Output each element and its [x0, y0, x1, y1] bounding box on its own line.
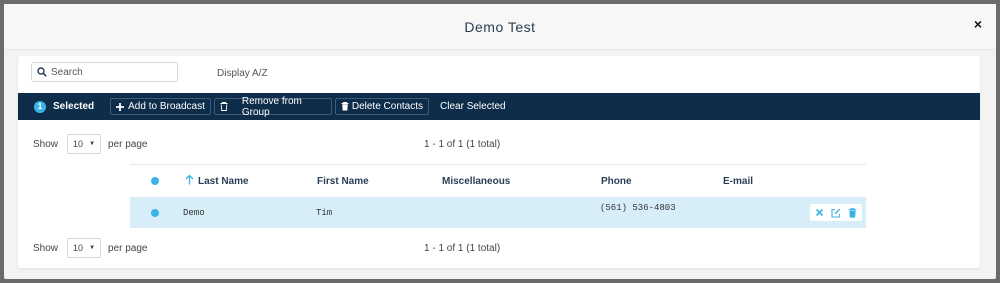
per-page-label: per page — [108, 138, 148, 150]
table-row[interactable]: Demo Tim (561) 536-4803 — [130, 197, 866, 228]
plus-icon — [116, 102, 125, 111]
edit-icon[interactable] — [831, 208, 841, 218]
selected-label: Selected — [53, 101, 95, 112]
cell-phone: (561) 536-4803 — [600, 203, 676, 213]
cell-first-name: Tim — [316, 207, 333, 218]
remove-from-group-button[interactable]: Remove from Group — [213, 95, 332, 118]
show-label: Show — [33, 242, 59, 254]
table-header: Last Name First Name Miscellaneous Phone… — [130, 164, 866, 197]
chevron-down-icon: ▼ — [89, 245, 96, 251]
row-select-indicator[interactable] — [151, 208, 159, 217]
column-header-last-name[interactable]: Last Name — [198, 176, 249, 187]
sort-arrow-up-icon[interactable] — [185, 174, 194, 188]
pager-top: Show 10 ▼ per page 1 - 1 of 1 (1 total) — [33, 134, 968, 154]
close-icon[interactable]: × — [974, 17, 982, 31]
pager-bottom: Show 10 ▼ per page 1 - 1 of 1 (1 total) — [33, 238, 968, 258]
search-icon — [37, 67, 47, 77]
add-to-broadcast-button[interactable]: Add to Broadcast — [110, 98, 211, 115]
remove-from-group-label: Remove from Group — [241, 95, 302, 118]
trash-icon — [341, 102, 349, 111]
selected-count-badge: 1 — [34, 100, 46, 113]
clear-selected-button[interactable]: Clear Selected — [440, 101, 506, 112]
column-header-first-name[interactable]: First Name — [317, 176, 369, 187]
per-page-label: per page — [108, 242, 148, 254]
trash-icon — [220, 102, 228, 111]
delete-contacts-button[interactable]: Delete Contacts — [334, 98, 430, 115]
display-az-toggle[interactable]: Display A/Z — [217, 68, 268, 79]
pagination-range: 1 - 1 of 1 (1 total) — [424, 138, 501, 150]
search-input[interactable] — [51, 66, 171, 78]
modal-header: Demo Test × — [4, 4, 996, 50]
cell-last-name: Demo — [183, 207, 205, 218]
pagination-range: 1 - 1 of 1 (1 total) — [424, 242, 501, 254]
search-field[interactable] — [31, 62, 178, 82]
column-header-phone[interactable]: Phone — [601, 176, 632, 187]
show-label: Show — [33, 138, 59, 150]
add-to-broadcast-label: Add to Broadcast — [128, 101, 205, 112]
x-icon[interactable] — [815, 208, 824, 217]
row-actions — [810, 204, 862, 221]
contacts-modal: Demo Test × Display A/Z 1 Selected Add t… — [4, 4, 996, 279]
contacts-card: Display A/Z 1 Selected Add to Broadcast … — [18, 56, 980, 268]
trash-icon[interactable] — [848, 207, 857, 218]
modal-title: Demo Test — [464, 19, 536, 35]
page-size-select[interactable]: 10 ▼ — [67, 238, 102, 258]
select-all-indicator[interactable] — [151, 177, 159, 185]
column-header-miscellaneous[interactable]: Miscellaneous — [442, 176, 510, 187]
chevron-down-icon: ▼ — [89, 141, 96, 147]
selection-toolbar: 1 Selected Add to Broadcast Remove from … — [18, 93, 980, 120]
delete-contacts-label: Delete Contacts — [351, 101, 424, 112]
contacts-table: Last Name First Name Miscellaneous Phone… — [130, 164, 866, 228]
page-size-value: 10 — [73, 139, 84, 149]
page-size-select[interactable]: 10 ▼ — [67, 134, 102, 154]
column-header-email[interactable]: E-mail — [723, 176, 753, 187]
page-size-value: 10 — [73, 243, 84, 253]
